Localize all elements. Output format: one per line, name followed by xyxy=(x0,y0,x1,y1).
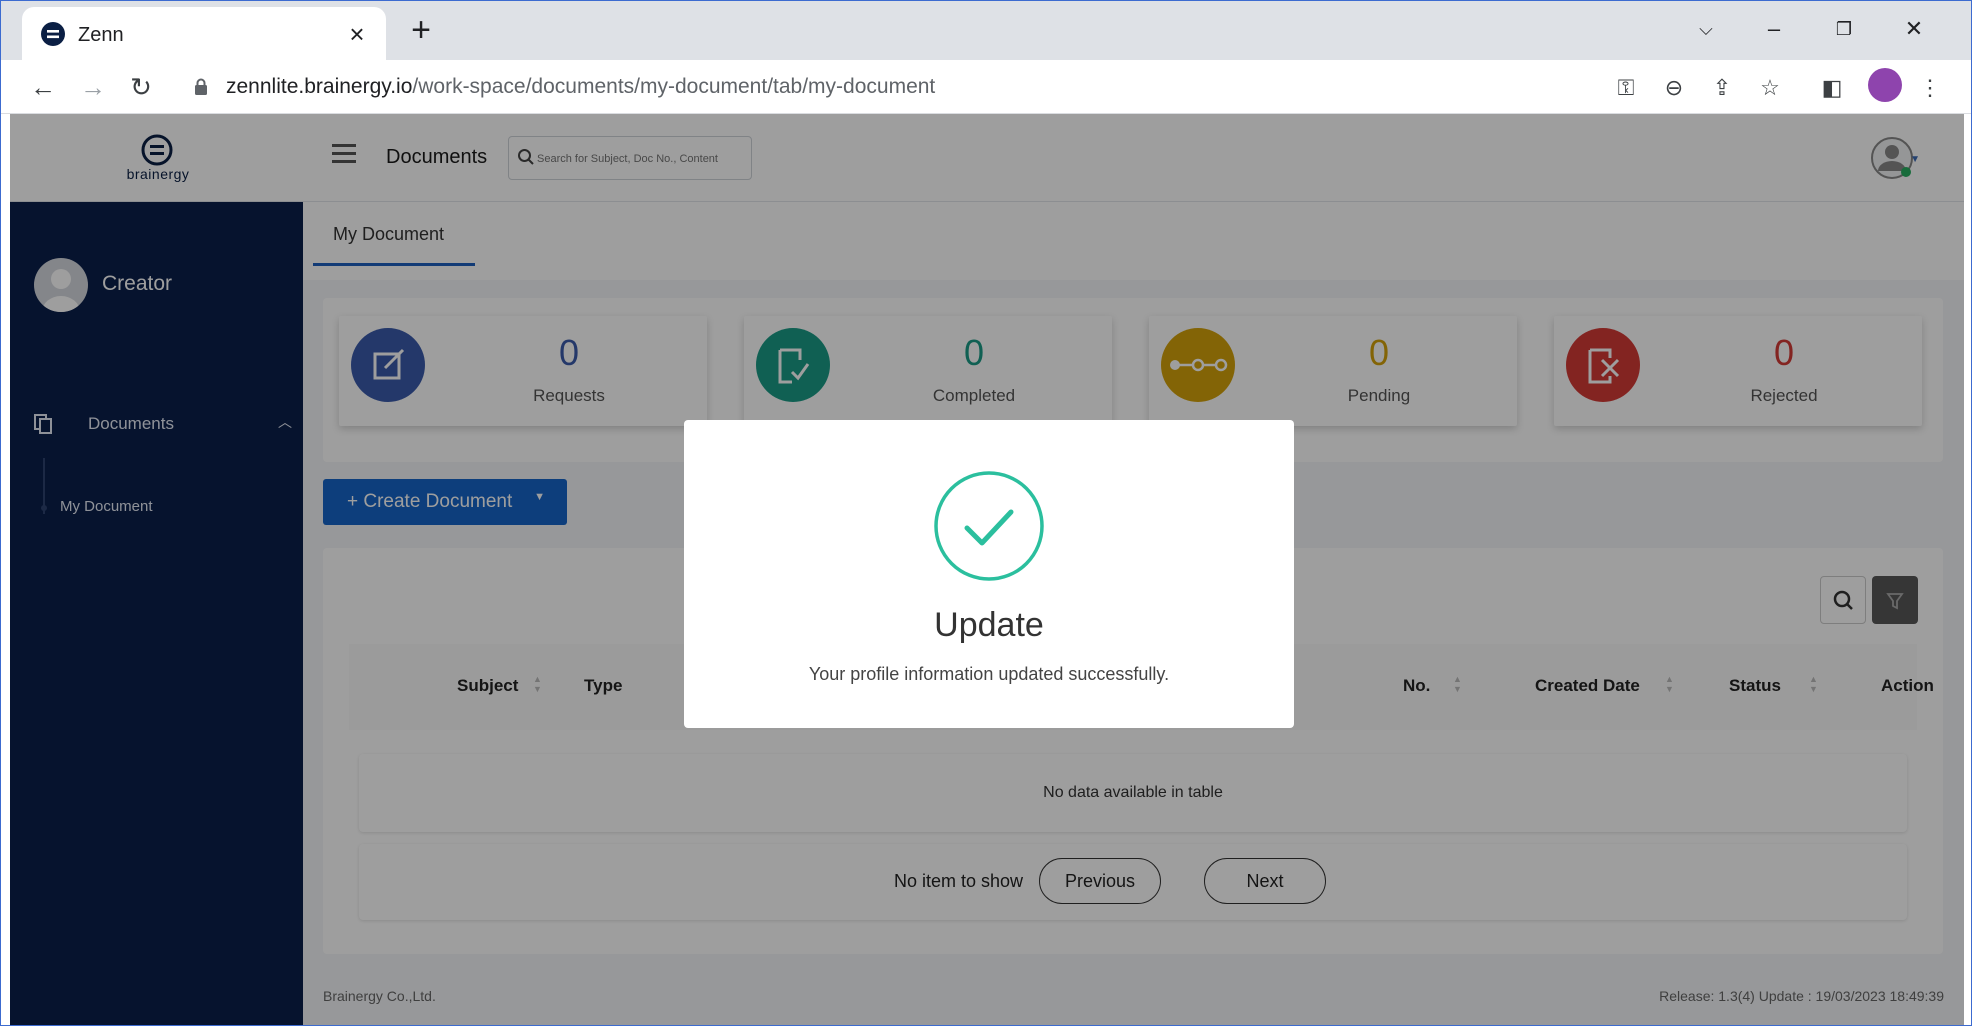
browser-window: Zenn × + ⌵ – ❐ ✕ ← → ↻ zennlite.brainerg… xyxy=(0,0,1972,1026)
share-icon[interactable]: ⇪ xyxy=(1708,74,1736,102)
url-path: /work-space/documents/my-document/tab/my… xyxy=(412,75,936,98)
minimize-icon[interactable]: – xyxy=(1754,12,1794,46)
new-tab-icon[interactable]: + xyxy=(404,13,438,48)
zoom-icon[interactable]: ⊖ xyxy=(1660,74,1688,102)
url-host: zennlite.brainergy.io xyxy=(226,75,413,98)
forward-icon[interactable]: → xyxy=(76,70,110,104)
success-check-icon xyxy=(934,471,1044,581)
browser-toolbar: ← → ↻ zennlite.brainergy.io/work-space/d… xyxy=(0,60,1972,114)
address-bar[interactable]: zennlite.brainergy.io/work-space/documen… xyxy=(180,66,1620,108)
restore-icon[interactable]: ❐ xyxy=(1824,12,1864,46)
browser-profile-avatar[interactable] xyxy=(1868,68,1902,102)
browser-tab[interactable]: Zenn × xyxy=(22,7,386,60)
tab-title: Zenn xyxy=(78,24,124,46)
reload-icon[interactable]: ↻ xyxy=(124,70,158,104)
tab-search-icon[interactable]: ⌵ xyxy=(1686,12,1726,46)
back-icon[interactable]: ← xyxy=(26,70,60,104)
zenn-favicon-icon xyxy=(41,22,65,46)
side-panel-icon[interactable]: ◧ xyxy=(1818,74,1846,102)
lock-icon xyxy=(195,78,207,95)
close-window-icon[interactable]: ✕ xyxy=(1894,12,1934,46)
modal-title: Update xyxy=(934,606,1044,644)
url-text: zennlite.brainergy.io/work-space/documen… xyxy=(226,75,935,99)
close-tab-icon[interactable]: × xyxy=(342,19,372,49)
key-icon[interactable]: ⚿ xyxy=(1612,74,1640,102)
modal-message: Your profile information updated success… xyxy=(808,664,1170,684)
update-success-modal: Update Your profile information updated … xyxy=(684,420,1294,728)
browser-tabstrip: Zenn × + ⌵ – ❐ ✕ xyxy=(0,0,1972,60)
bookmark-star-icon[interactable]: ☆ xyxy=(1756,74,1784,102)
menu-kebab-icon[interactable]: ⋮ xyxy=(1916,74,1944,102)
